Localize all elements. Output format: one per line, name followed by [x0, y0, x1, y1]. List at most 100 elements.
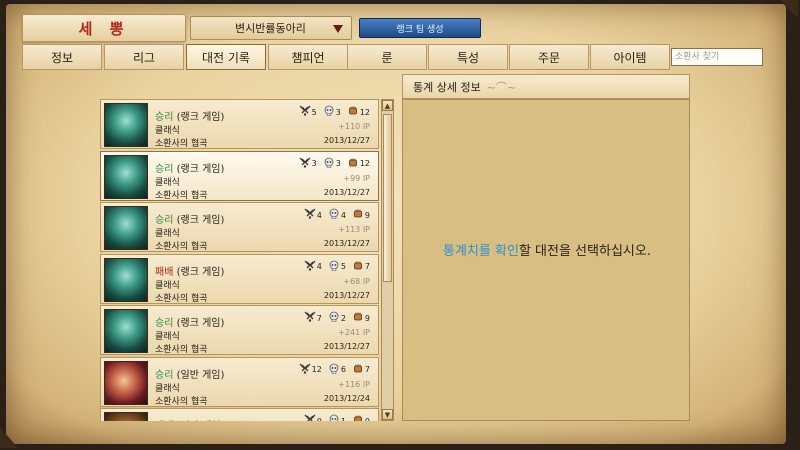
deaths-icon — [328, 260, 340, 274]
match-result: 승리 — [155, 369, 174, 381]
chevron-down-icon — [333, 25, 343, 33]
tab-items[interactable]: 아이템 — [590, 44, 670, 70]
champion-portrait-icon — [104, 154, 148, 199]
scroll-up-button[interactable]: ▲ — [382, 100, 393, 111]
match-ip-earned: +113 IP — [338, 225, 370, 234]
deaths-count: 4 — [340, 210, 346, 220]
kills-icon — [299, 363, 311, 377]
match-result-line: 패배 (일반 게임) — [155, 417, 224, 421]
assists-count: 9 — [364, 210, 370, 220]
assists-count: 12 — [359, 159, 370, 168]
match-kda: 12 6 7 — [299, 363, 370, 377]
assists-icon — [347, 157, 359, 171]
create-rank-team-button[interactable]: 랭크 팀 생성 — [359, 18, 481, 38]
tab-league[interactable]: 리그 — [104, 44, 184, 70]
match-list-item[interactable]: 승리 (랭크 게임) 클래식소환사의 협곡 4 4 9 +113 IP 2013/12/27 — [100, 202, 379, 252]
match-result-line: 승리 (랭크 게임) — [155, 160, 224, 175]
match-ip-earned: +110 IP — [338, 122, 370, 131]
match-list-item[interactable]: 패배 (랭크 게임) 클래식 소환사의 협곡 4 5 7 +68 IP 2013/12/27 — [100, 253, 379, 304]
match-ip-earned: +68 IP — [343, 276, 370, 286]
kills-icon — [299, 157, 311, 171]
match-result: 승리 — [155, 215, 174, 226]
match-result: 승리 — [155, 112, 174, 123]
kills-icon — [304, 260, 316, 274]
match-history-list: 승리 (랭크 게임) 클래식 소환사의 협곡 5 3 12 +110 IP 2013/12/2… — [100, 99, 379, 421]
match-date: 2013/12/27 — [323, 290, 370, 300]
match-kda: 4 4 9 — [304, 208, 370, 222]
deaths-count: 3 — [335, 107, 341, 117]
match-date: 2013/12/24 — [323, 393, 370, 403]
match-map: 소환사의 협곡 — [155, 345, 208, 355]
club-dropdown[interactable]: 변시반률동아리 — [190, 16, 352, 40]
deaths-count: 3 — [335, 159, 341, 168]
match-map: 소환사의 협곡 — [155, 396, 208, 407]
match-game-mode: 클래식 — [155, 383, 180, 394]
match-ip-earned: +116 IP — [338, 379, 370, 389]
match-queue-type: (랭크 게임) — [176, 163, 225, 175]
match-ip-earned: +99 IP — [343, 173, 370, 183]
deaths-count: 1 — [340, 416, 346, 422]
scroll-thumb[interactable] — [383, 114, 392, 282]
match-list-item[interactable]: 승리 (랭크 게임) 클래식 소환사의 협곡 7 2 9 +241 IP 2013/12/27 — [100, 305, 379, 355]
kills-icon — [304, 311, 316, 325]
match-ip-earned: +241 IP — [338, 328, 370, 337]
match-result-line: 승리 (랭크 게임) — [155, 108, 224, 123]
assists-icon — [352, 311, 364, 325]
deaths-count: 5 — [340, 262, 346, 271]
match-result: 승리 — [155, 163, 174, 175]
match-kda: 7 2 9 — [304, 311, 370, 325]
tab-match-history[interactable]: 대전 기록 — [186, 44, 266, 70]
match-game-mode: 클래식 — [155, 229, 180, 239]
deaths-icon — [328, 208, 340, 222]
assists-count: 12 — [359, 107, 370, 117]
club-dropdown-label: 변시반률동아리 — [235, 22, 306, 35]
match-date: 2013/12/27 — [323, 187, 370, 197]
match-kda: 3 3 12 — [299, 157, 370, 171]
tab-masteries[interactable]: 특성 — [428, 44, 508, 70]
tab-spells[interactable]: 주문 — [509, 44, 589, 70]
match-date: 2013/12/27 — [323, 136, 370, 145]
match-queue-type: (랭크 게임) — [176, 215, 225, 226]
deaths-icon — [328, 311, 340, 325]
match-list-item[interactable]: 승리 (일반 게임) 클래식 소환사의 협곡 12 6 7 +116 IP 2013/12/2… — [100, 356, 379, 407]
champion-portrait-icon — [104, 257, 148, 302]
match-list-scrollbar[interactable]: ▲ ▼ — [381, 99, 394, 421]
match-game-mode: 클래식 — [155, 177, 180, 188]
match-map: 소환사의 협곡 — [155, 190, 208, 201]
match-result: 승리 — [155, 318, 174, 329]
kills-count: 5 — [311, 107, 317, 117]
summoner-search-input[interactable] — [671, 48, 763, 66]
deaths-count: 2 — [340, 313, 346, 323]
match-date: 2013/12/27 — [323, 239, 370, 248]
match-result-line: 승리 (랭크 게임) — [155, 314, 224, 329]
tab-info[interactable]: 정보 — [22, 44, 102, 70]
tab-champions[interactable]: 챔피언 — [268, 44, 348, 70]
match-list-item[interactable]: 승리 (랭크 게임) 클래식 소환사의 협곡 5 3 12 +110 IP 2013/12/2… — [100, 99, 379, 149]
kills-count: 4 — [316, 210, 322, 220]
match-list-item[interactable]: 승리 (랭크 게임) 클래식 소환사의 협곡 3 3 12 +99 IP 2013/12/27 — [100, 150, 379, 201]
match-game-mode: 클래식 — [155, 126, 180, 136]
deaths-icon — [323, 105, 335, 119]
kills-count: 7 — [316, 313, 322, 323]
match-queue-type: (랭크 게임) — [176, 112, 225, 123]
assists-count: 0 — [364, 416, 370, 422]
kills-icon — [304, 414, 316, 421]
match-game-mode: 클래식 — [155, 280, 180, 291]
match-queue-type: (랭크 게임) — [176, 318, 225, 329]
tab-runes[interactable]: 룬 — [347, 44, 427, 70]
match-kda: 5 3 12 — [299, 105, 370, 119]
match-list-item[interactable]: 패배 (일반 게임) 0 1 0 — [100, 408, 379, 421]
scroll-down-button[interactable]: ▼ — [382, 409, 393, 420]
champion-portrait-icon — [104, 412, 148, 421]
match-map: 소환사의 협곡 — [155, 242, 208, 252]
match-date: 2013/12/27 — [323, 342, 370, 351]
match-result-line: 패배 (랭크 게임) — [155, 263, 224, 278]
deaths-icon — [323, 157, 335, 171]
champion-portrait-icon — [104, 103, 148, 147]
champion-portrait-icon — [104, 360, 148, 405]
match-result: 패배 — [155, 266, 174, 278]
stats-detail-header: 통계 상세 정보 ~⌒~ — [402, 74, 690, 99]
deaths-icon — [328, 363, 340, 377]
select-match-message: 통계치를 확인할 대전을 선택하십시오. — [403, 240, 691, 259]
match-result-line: 승리 (랭크 게임) — [155, 211, 224, 226]
